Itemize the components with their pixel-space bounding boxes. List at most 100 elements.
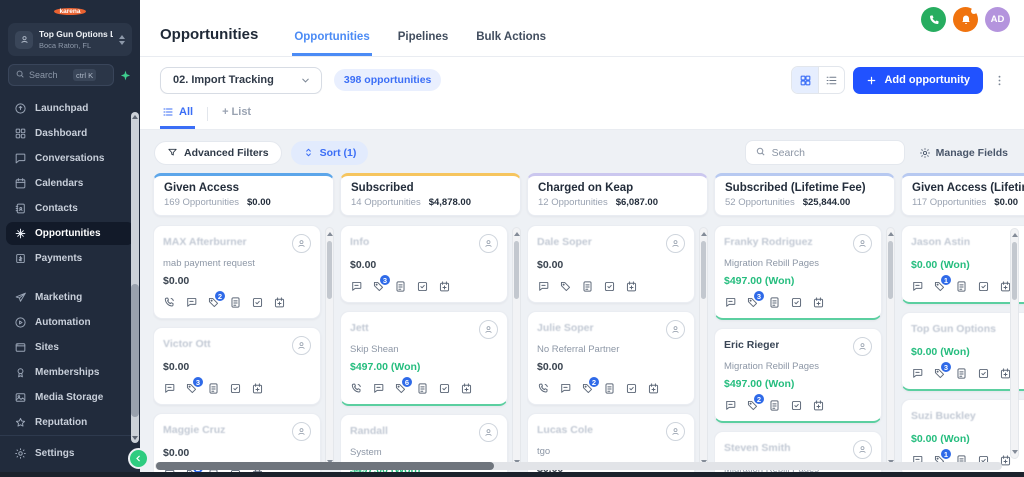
message-icon[interactable] — [911, 280, 924, 293]
sidebar-item-automation[interactable]: Automation — [6, 311, 134, 334]
notes-icon[interactable] — [581, 280, 594, 293]
column-scrollbar[interactable] — [699, 227, 708, 469]
notes-icon[interactable] — [416, 382, 429, 395]
tags-icon[interactable]: 2 — [581, 382, 594, 395]
opportunity-card[interactable]: JettSkip Shean$497.00 (Won)6 — [340, 311, 508, 406]
board-search-input[interactable] — [772, 147, 872, 159]
tasks-icon[interactable] — [251, 296, 264, 309]
tags-icon[interactable]: 1 — [933, 280, 946, 293]
manage-fields-button[interactable]: Manage Fields — [919, 147, 1008, 159]
account-switcher[interactable]: Top Gun Options LLC Boca Raton, FL — [8, 23, 132, 56]
sort-button[interactable]: Sort (1) — [291, 141, 369, 165]
appointment-icon[interactable] — [438, 280, 451, 293]
tasks-icon[interactable] — [603, 280, 616, 293]
opportunity-card[interactable]: MAX Afterburnermab payment request$0.002 — [153, 225, 321, 319]
message-icon[interactable] — [350, 280, 363, 293]
add-list-view-button[interactable]: + List — [220, 106, 253, 129]
column-header[interactable]: Subscribed14 Opportunities$4,878.00 — [340, 173, 521, 216]
notes-icon[interactable] — [229, 296, 242, 309]
tasks-icon[interactable] — [977, 280, 990, 293]
notes-icon[interactable] — [955, 280, 968, 293]
notes-icon[interactable] — [955, 367, 968, 380]
assign-contact-avatar-icon[interactable] — [853, 337, 872, 356]
message-icon[interactable] — [185, 296, 198, 309]
user-avatar[interactable]: AD — [985, 7, 1010, 32]
sidebar-item-calendars[interactable]: Calendars — [6, 172, 134, 195]
sidebar-item-sites[interactable]: Sites — [6, 336, 134, 359]
tasks-icon[interactable] — [416, 280, 429, 293]
sidebar-item-launchpad[interactable]: Launchpad — [6, 97, 134, 120]
tags-icon[interactable]: 3 — [933, 367, 946, 380]
horizontal-scrollbar-thumb[interactable] — [156, 462, 494, 470]
tags-icon[interactable]: 2 — [207, 296, 220, 309]
tags-icon[interactable]: 6 — [394, 382, 407, 395]
call-icon[interactable] — [537, 382, 550, 395]
tasks-icon[interactable] — [790, 296, 803, 309]
opportunity-card[interactable]: Top Gun Options$0.00 (Won)3 — [901, 312, 1024, 391]
column-scrollbar[interactable] — [325, 227, 334, 469]
sidebar-item-conversations[interactable]: Conversations — [6, 147, 134, 170]
call-icon[interactable] — [163, 296, 176, 309]
view-tab-all[interactable]: All — [160, 106, 195, 129]
sidebar-item-media-storage[interactable]: Media Storage — [6, 386, 134, 409]
appointment-icon[interactable] — [460, 382, 473, 395]
assign-contact-avatar-icon[interactable] — [666, 320, 685, 339]
appointment-icon[interactable] — [251, 382, 264, 395]
sidebar-scrollbar-thumb[interactable] — [131, 284, 139, 416]
notes-icon[interactable] — [207, 382, 220, 395]
sidebar-item-contacts[interactable]: Contacts — [6, 197, 134, 220]
sidebar-item-reputation[interactable]: Reputation — [6, 411, 134, 434]
tasks-icon[interactable] — [229, 382, 242, 395]
message-icon[interactable] — [724, 399, 737, 412]
sidebar-search-input[interactable] — [29, 70, 69, 80]
notes-icon[interactable] — [768, 399, 781, 412]
agency-logo[interactable]: karena — [54, 8, 86, 15]
column-header[interactable]: Given Access169 Opportunities$0.00 — [153, 173, 334, 216]
tasks-icon[interactable] — [625, 382, 638, 395]
collapse-sidebar-button[interactable] — [128, 448, 149, 469]
tab-bulk-actions[interactable]: Bulk Actions — [474, 24, 548, 56]
column-header[interactable]: Charged on Keap12 Opportunities$6,087.00 — [527, 173, 708, 216]
phone-button[interactable] — [921, 7, 946, 32]
notifications-button[interactable] — [953, 7, 978, 32]
assign-contact-avatar-icon[interactable] — [853, 234, 872, 253]
opportunity-card[interactable]: Jason Astin$0.00 (Won)1 — [901, 225, 1024, 304]
board-right-scrollbar[interactable] — [1010, 228, 1019, 459]
appointment-icon[interactable] — [625, 280, 638, 293]
assign-contact-avatar-icon[interactable] — [479, 234, 498, 253]
ai-sparkle-button[interactable] — [119, 69, 132, 82]
tab-opportunities[interactable]: Opportunities — [292, 24, 371, 56]
opportunity-card[interactable]: Steven SmithMigration Rebill Pages$497.0… — [714, 431, 882, 477]
tags-icon[interactable]: 3 — [185, 382, 198, 395]
assign-contact-avatar-icon[interactable] — [479, 423, 498, 442]
column-scrollbar[interactable] — [886, 227, 895, 469]
tab-pipelines[interactable]: Pipelines — [396, 24, 451, 56]
call-icon[interactable] — [350, 382, 363, 395]
tasks-icon[interactable] — [790, 399, 803, 412]
opportunity-card[interactable]: Julie SoperNo Referral Partner$0.002 — [527, 311, 695, 405]
sidebar-item-marketing[interactable]: Marketing — [6, 286, 134, 309]
add-opportunity-button[interactable]: Add opportunity — [853, 67, 983, 94]
assign-contact-avatar-icon[interactable] — [853, 440, 872, 459]
appointment-icon[interactable] — [812, 399, 825, 412]
assign-contact-avatar-icon[interactable] — [666, 234, 685, 253]
message-icon[interactable] — [724, 296, 737, 309]
grid-view-button[interactable] — [792, 67, 818, 93]
appointment-icon[interactable] — [812, 296, 825, 309]
appointment-icon[interactable] — [273, 296, 286, 309]
opportunity-card[interactable]: Victor Ott$0.003 — [153, 327, 321, 405]
sidebar-search[interactable]: ctrl K — [8, 64, 114, 86]
sidebar-item-dashboard[interactable]: Dashboard — [6, 122, 134, 145]
column-header[interactable]: Subscribed (Lifetime Fee)52 Opportunitie… — [714, 173, 895, 216]
message-icon[interactable] — [537, 280, 550, 293]
sidebar-item-opportunities[interactable]: Opportunities — [6, 222, 134, 245]
sidebar-item-memberships[interactable]: Memberships — [6, 361, 134, 384]
assign-contact-avatar-icon[interactable] — [479, 320, 498, 339]
message-icon[interactable] — [372, 382, 385, 395]
assign-contact-avatar-icon[interactable] — [292, 336, 311, 355]
notes-icon[interactable] — [768, 296, 781, 309]
assign-contact-avatar-icon[interactable] — [292, 234, 311, 253]
more-options-button[interactable] — [991, 72, 1008, 89]
tags-icon[interactable] — [559, 280, 572, 293]
advanced-filters-button[interactable]: Advanced Filters — [154, 141, 282, 165]
